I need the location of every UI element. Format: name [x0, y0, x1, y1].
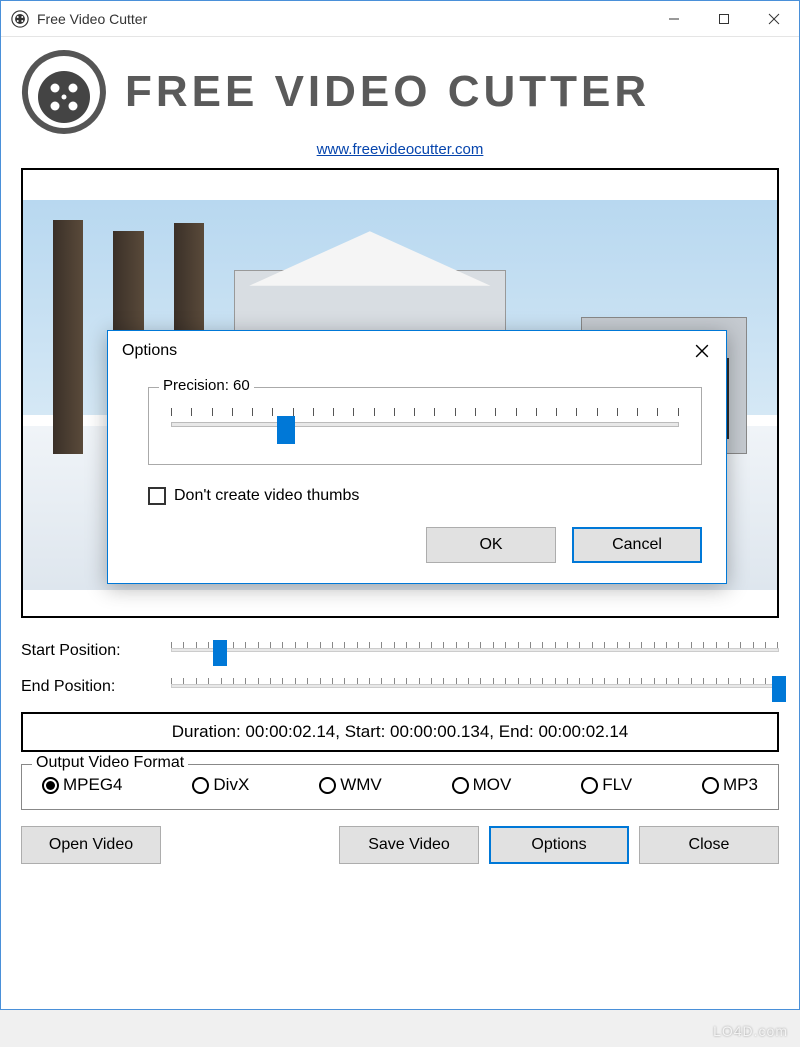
end-position-slider[interactable] [171, 672, 779, 702]
radio-icon [452, 777, 469, 794]
radio-icon [192, 777, 209, 794]
format-radio-mp3[interactable]: MP3 [702, 775, 758, 795]
logo-row: FREE VIDEO CUTTER [21, 49, 779, 135]
radio-label: WMV [340, 775, 382, 795]
app-name: FREE VIDEO CUTTER [125, 67, 650, 117]
radio-label: MP3 [723, 775, 758, 795]
thumbs-checkbox[interactable] [148, 487, 166, 505]
radio-icon [42, 777, 59, 794]
window-title: Free Video Cutter [37, 11, 649, 27]
radio-label: MPEG4 [63, 775, 123, 795]
save-video-button[interactable]: Save Video [339, 826, 479, 864]
thumbs-checkbox-label: Don't create video thumbs [174, 487, 359, 505]
radio-label: DivX [213, 775, 249, 795]
format-radio-mov[interactable]: MOV [452, 775, 512, 795]
radio-label: MOV [473, 775, 512, 795]
dialog-titlebar[interactable]: Options [108, 331, 726, 371]
options-button[interactable]: Options [489, 826, 629, 864]
format-radio-flv[interactable]: FLV [581, 775, 632, 795]
end-position-label: End Position: [21, 678, 171, 696]
app-icon [11, 10, 29, 28]
cancel-button[interactable]: Cancel [572, 527, 702, 563]
maximize-button[interactable] [699, 1, 749, 37]
ok-button[interactable]: OK [426, 527, 556, 563]
website-link[interactable]: www.freevideocutter.com [317, 141, 484, 158]
options-dialog: Options Precision: 60 Don't create video… [107, 330, 727, 584]
output-format-legend: Output Video Format [32, 754, 188, 772]
precision-group: Precision: 60 [148, 387, 702, 465]
radio-icon [702, 777, 719, 794]
duration-info: Duration: 00:00:02.14, Start: 00:00:00.1… [21, 712, 779, 752]
radio-icon [581, 777, 598, 794]
dialog-title: Options [122, 342, 678, 360]
radio-label: FLV [602, 775, 632, 795]
logo-icon [21, 49, 107, 135]
dialog-close-button[interactable] [678, 331, 726, 371]
watermark: LO4D.com [713, 1023, 788, 1039]
close-app-button[interactable]: Close [639, 826, 779, 864]
output-format-group: Output Video Format MPEG4DivXWMVMOVFLVMP… [21, 764, 779, 810]
precision-label: Precision: 60 [159, 377, 254, 394]
open-video-button[interactable]: Open Video [21, 826, 161, 864]
precision-slider[interactable] [163, 408, 687, 444]
close-button[interactable] [749, 1, 799, 37]
format-radio-divx[interactable]: DivX [192, 775, 249, 795]
start-position-slider[interactable] [171, 636, 779, 666]
radio-icon [319, 777, 336, 794]
titlebar[interactable]: Free Video Cutter [1, 1, 799, 37]
minimize-button[interactable] [649, 1, 699, 37]
format-radio-wmv[interactable]: WMV [319, 775, 382, 795]
format-radio-mpeg4[interactable]: MPEG4 [42, 775, 123, 795]
start-position-label: Start Position: [21, 642, 171, 660]
